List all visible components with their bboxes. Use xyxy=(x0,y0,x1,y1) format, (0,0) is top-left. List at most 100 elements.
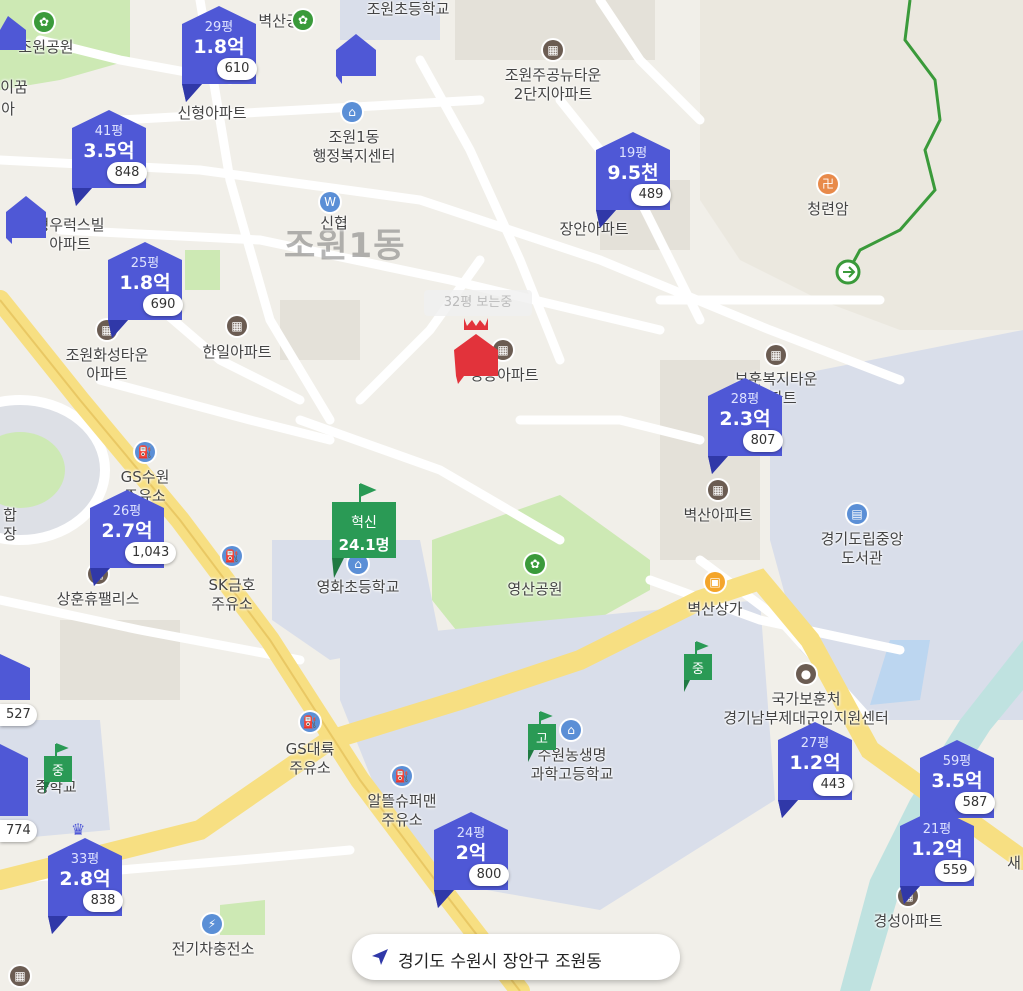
label-sa[interactable]: 새 xyxy=(1007,854,1021,873)
school-flag-marker[interactable]: 혁신 24.1명 xyxy=(332,482,398,582)
gas-station-icon[interactable]: ⛽ xyxy=(392,766,412,786)
price-marker[interactable]: 24평 2억 800 xyxy=(432,810,510,914)
park-small xyxy=(185,250,220,290)
flag-line1: 고 xyxy=(536,732,548,747)
price-label: 2억 xyxy=(455,842,487,864)
household-count: 559 xyxy=(935,860,975,882)
hill-area xyxy=(700,0,1023,330)
school-flag-marker[interactable]: 중 xyxy=(682,640,714,692)
park-icon[interactable]: ✿ xyxy=(525,554,545,574)
household-count: 774 xyxy=(0,820,37,842)
location-arrow-icon xyxy=(372,949,388,965)
map-view[interactable]: 조원1동 조원공원 이꿈 아 조원초등학교 벽산공원 조원주공뉴타운 2단지아파… xyxy=(0,0,1023,991)
price-label: 1.2억 xyxy=(789,752,841,774)
temple-icon[interactable]: 卍 xyxy=(818,174,838,194)
label-yeongsan-park[interactable]: 영산공원 xyxy=(507,580,562,599)
price-marker-partial[interactable] xyxy=(0,740,28,820)
price-label: 1.8억 xyxy=(119,272,171,294)
label-aikkum2[interactable]: 아 xyxy=(1,100,15,119)
apartment-icon[interactable]: ▦ xyxy=(766,345,786,365)
price-marker[interactable]: 29평 1.8억 610 xyxy=(180,4,258,108)
library-icon[interactable]: ▤ xyxy=(847,504,867,524)
gas-station-icon[interactable]: ⛽ xyxy=(222,546,242,566)
selected-marker-tooltip: 32평 보는중 xyxy=(424,290,532,316)
government-office-icon[interactable]: ⌂ xyxy=(342,102,362,122)
flag-line2: 24.1명 xyxy=(338,536,390,554)
price-label: 2.7억 xyxy=(101,520,153,542)
price-marker[interactable]: 41평 3.5억 848 xyxy=(70,108,148,212)
apartment-icon[interactable]: ▦ xyxy=(227,316,247,336)
label-hap[interactable]: 합 장 xyxy=(3,506,17,544)
price-marker[interactable]: 28평 2.3억 807 xyxy=(706,376,784,480)
price-marker[interactable]: 26평 2.7억 1,043 xyxy=(88,488,177,592)
price-marker[interactable]: 33평 2.8억 838 xyxy=(46,836,124,940)
label-sk-gas[interactable]: SK금호 주유소 xyxy=(209,576,256,614)
price-marker[interactable]: 19평 9.5천 489 xyxy=(594,130,672,234)
label-sanghun[interactable]: 상훈휴팰리스 xyxy=(57,590,140,609)
school-icon[interactable]: ⌂ xyxy=(561,720,581,740)
gas-station-icon[interactable]: ⛽ xyxy=(300,712,320,732)
ev-charging-icon[interactable]: ⚡ xyxy=(202,914,222,934)
label-byeoksan-apt[interactable]: 벽산아파트 xyxy=(683,506,752,525)
park-evcharge xyxy=(220,900,265,935)
flag-icon xyxy=(332,483,396,578)
price-marker-partial[interactable] xyxy=(0,650,30,710)
apartment-icon[interactable]: ▦ xyxy=(10,966,30,986)
bank-icon[interactable]: W xyxy=(320,192,340,212)
school-flag-marker[interactable]: 중 xyxy=(42,742,74,794)
price-marker[interactable]: 21평 1.2억 559 xyxy=(898,806,976,910)
address-text: 경기도 수원시 장안구 조원동 xyxy=(398,952,602,972)
household-count: 489 xyxy=(631,184,671,206)
flag-line1: 중 xyxy=(52,764,64,779)
price-label: 3.5억 xyxy=(83,140,135,162)
label-gyeongseong[interactable]: 경성아파트 xyxy=(873,912,942,931)
household-count: 848 xyxy=(107,162,147,184)
apartment-cluster-marker[interactable] xyxy=(0,14,30,54)
apartment-icon[interactable]: ▦ xyxy=(543,40,563,60)
price-label: 1.8억 xyxy=(193,36,245,58)
household-count: 690 xyxy=(143,294,183,316)
label-ev-charge[interactable]: 전기차충전소 xyxy=(172,940,255,959)
price-label: 1.2억 xyxy=(911,838,963,860)
household-count: 838 xyxy=(83,890,123,912)
label-byeoksan-mall[interactable]: 벽산상가 xyxy=(687,600,742,619)
household-count: 610 xyxy=(217,58,257,80)
selected-marker[interactable] xyxy=(452,316,500,384)
label-sinhyup[interactable]: 신협 xyxy=(320,214,348,233)
apartment-cluster-marker[interactable] xyxy=(4,194,48,244)
apartment-cluster-marker[interactable] xyxy=(334,32,378,84)
label-jowon-elem[interactable]: 조원초등학교 xyxy=(367,0,450,19)
office-icon[interactable]: ● xyxy=(796,664,816,684)
label-hwaseong-town[interactable]: 조원화성타운 아파트 xyxy=(66,346,149,384)
current-location-address[interactable]: 경기도 수원시 장안구 조원동 xyxy=(352,934,680,980)
price-label: 2.8억 xyxy=(59,868,111,890)
price-marker[interactable]: 27평 1.2억 443 xyxy=(776,720,854,824)
label-cheongryeonam[interactable]: 청련암 xyxy=(807,200,848,219)
household-count: 443 xyxy=(813,774,853,796)
flag-line1: 혁신 xyxy=(351,515,377,531)
label-newtown[interactable]: 조원주공뉴타운 2단지아파트 xyxy=(505,66,602,104)
price-label: 3.5억 xyxy=(931,770,983,792)
shopping-icon[interactable]: ▣ xyxy=(705,572,725,592)
price-marker[interactable]: 25평 1.8억 690 xyxy=(106,240,184,344)
household-count: 807 xyxy=(743,430,783,452)
house-marker-shape xyxy=(0,744,28,816)
price-label: 2.3억 xyxy=(719,408,771,430)
school-flag-marker[interactable]: 고 xyxy=(526,710,558,762)
park-icon[interactable]: ✿ xyxy=(293,10,313,30)
label-aikkum[interactable]: 이꿈 xyxy=(0,78,28,97)
household-count: 1,043 xyxy=(125,542,177,564)
label-community-center[interactable]: 조원1동 행정복지센터 xyxy=(313,128,396,166)
price-label: 9.5천 xyxy=(607,162,659,184)
label-library[interactable]: 경기도립중앙 도서관 xyxy=(821,530,904,568)
household-count: 527 xyxy=(0,704,37,726)
apartment-icon[interactable]: ▦ xyxy=(708,480,728,500)
label-hanil[interactable]: 한일아파트 xyxy=(202,343,271,362)
household-count: 800 xyxy=(469,864,509,886)
flag-line1: 중 xyxy=(692,662,704,677)
label-gs-daeryuk[interactable]: GS대륙 주유소 xyxy=(286,740,335,778)
label-altteul[interactable]: 알뜰슈퍼맨 주유소 xyxy=(367,792,436,830)
house-marker-shape xyxy=(0,654,30,700)
gas-station-icon[interactable]: ⛽ xyxy=(135,442,155,462)
park-icon[interactable]: ✿ xyxy=(34,12,54,32)
